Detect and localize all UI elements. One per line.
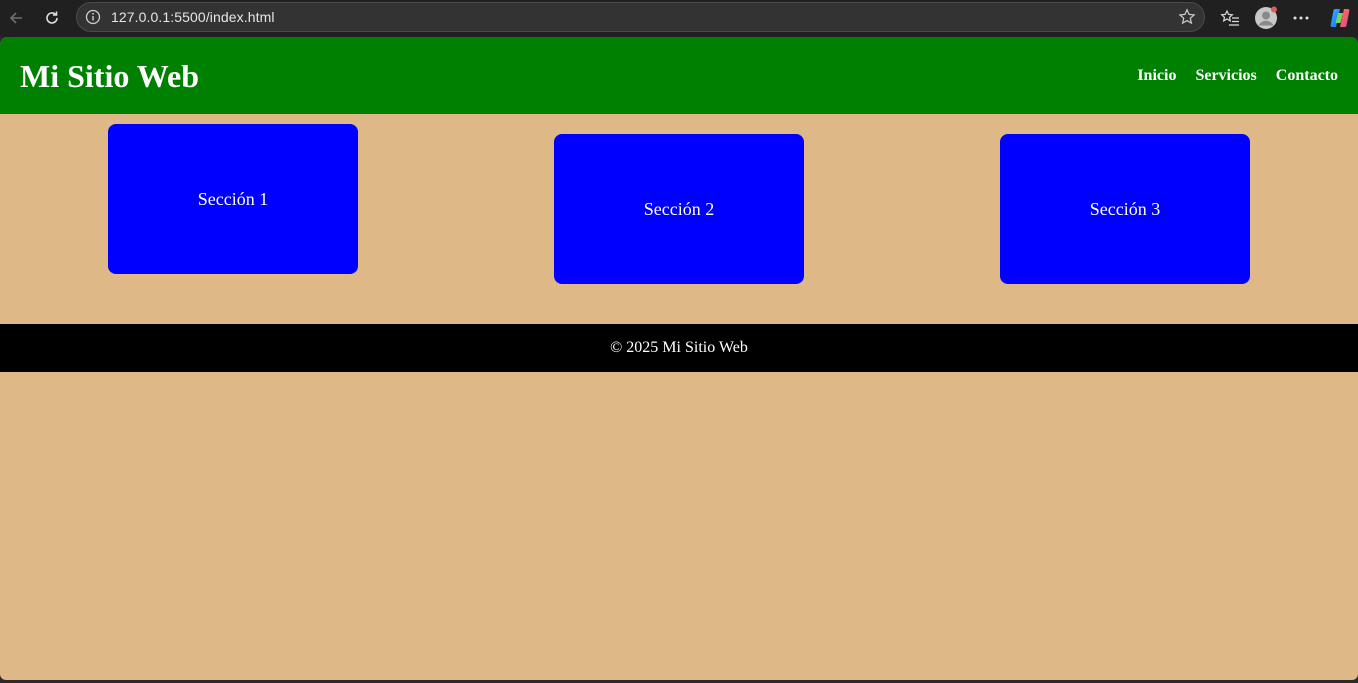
info-icon[interactable] xyxy=(85,9,101,25)
address-bar[interactable]: 127.0.0.1:5500/index.html xyxy=(76,2,1205,32)
nav-link-inicio[interactable]: Inicio xyxy=(1137,66,1176,86)
section-card-label: Sección 3 xyxy=(1089,198,1161,219)
url-text[interactable]: 127.0.0.1:5500/index.html xyxy=(111,9,275,25)
star-icon[interactable] xyxy=(1178,8,1196,26)
site-title: Mi Sitio Web xyxy=(20,58,199,94)
browser-toolbar: 127.0.0.1:5500/index.html xyxy=(0,0,1358,37)
section-card-3: Sección 3 xyxy=(1000,134,1250,284)
site-nav: Inicio Servicios Contacto xyxy=(1137,66,1338,86)
section-card-1: Sección 1 xyxy=(108,124,358,274)
site-footer: © 2025 Mi Sitio Web xyxy=(0,324,1358,372)
section-card-label: Sección 1 xyxy=(197,188,269,209)
profile-avatar-icon[interactable] xyxy=(1254,6,1278,30)
section-card-label: Sección 2 xyxy=(643,198,715,219)
back-arrow-icon[interactable] xyxy=(4,6,28,30)
footer-text: © 2025 Mi Sitio Web xyxy=(610,339,748,356)
more-icon[interactable] xyxy=(1289,6,1313,30)
nav-link-servicios[interactable]: Servicios xyxy=(1195,66,1256,86)
section-card-2: Sección 2 xyxy=(554,134,804,284)
page-viewport: Mi Sitio Web Inicio Servicios Contacto S… xyxy=(0,37,1358,680)
favorites-icon[interactable] xyxy=(1218,6,1242,30)
nav-link-contacto[interactable]: Contacto xyxy=(1276,66,1338,86)
copilot-icon[interactable] xyxy=(1328,6,1352,30)
refresh-icon[interactable] xyxy=(40,6,64,30)
site-header: Mi Sitio Web Inicio Servicios Contacto xyxy=(0,37,1358,114)
